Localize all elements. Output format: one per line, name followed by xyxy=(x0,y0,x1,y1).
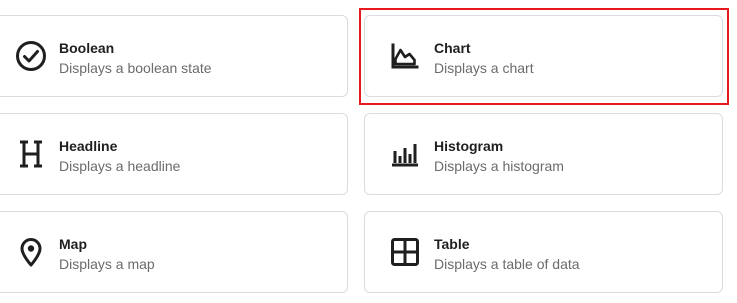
card-chart[interactable]: Chart Displays a chart xyxy=(364,15,723,97)
card-headline[interactable]: Headline Displays a headline xyxy=(0,113,348,195)
card-description: Displays a map xyxy=(59,256,155,272)
bar-chart-icon xyxy=(387,136,423,172)
card-title: Chart xyxy=(434,40,471,56)
area-chart-icon xyxy=(387,38,423,74)
card-description: Displays a boolean state xyxy=(59,60,212,76)
card-title: Headline xyxy=(59,138,118,154)
card-title: Map xyxy=(59,236,87,252)
map-pin-icon xyxy=(13,234,49,270)
card-title: Boolean xyxy=(59,40,115,56)
card-boolean[interactable]: Boolean Displays a boolean state xyxy=(0,15,348,97)
card-title: Table xyxy=(434,236,470,252)
card-description: Displays a table of data xyxy=(434,256,580,272)
card-description: Displays a headline xyxy=(59,158,181,174)
card-description: Displays a histogram xyxy=(434,158,564,174)
table-grid-icon xyxy=(387,234,423,270)
card-table[interactable]: Table Displays a table of data xyxy=(364,211,723,293)
check-circle-icon xyxy=(13,38,49,74)
header-h-icon xyxy=(13,136,49,172)
card-title: Histogram xyxy=(434,138,504,154)
card-description: Displays a chart xyxy=(434,60,534,76)
card-histogram[interactable]: Histogram Displays a histogram xyxy=(364,113,723,195)
card-map[interactable]: Map Displays a map xyxy=(0,211,348,293)
